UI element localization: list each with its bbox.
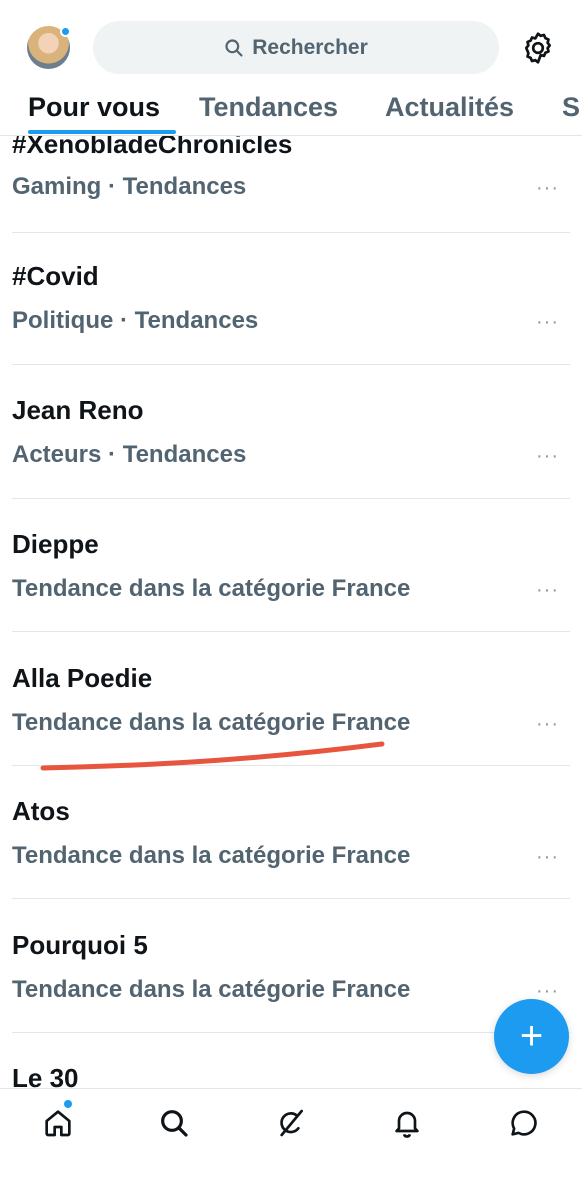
more-icon[interactable]: ···: [536, 580, 560, 600]
bell-icon[interactable]: [391, 1107, 423, 1139]
notification-dot: [60, 26, 71, 37]
gear-icon[interactable]: [520, 30, 556, 66]
search-input[interactable]: Rechercher: [93, 21, 499, 74]
more-icon[interactable]: ···: [536, 312, 560, 332]
trend-title: Dieppe: [12, 529, 99, 559]
home-icon[interactable]: [42, 1107, 74, 1139]
more-icon[interactable]: ···: [536, 178, 560, 198]
bottom-nav: [0, 1088, 582, 1199]
trend-title: Jean Reno: [12, 395, 144, 425]
trend-title: Atos: [12, 796, 70, 826]
plus-icon: +: [519, 1014, 544, 1058]
trend-row[interactable]: #Covid Politique · Tendances ···: [0, 231, 582, 365]
compose-button[interactable]: +: [494, 999, 569, 1074]
trend-title: Pourquoi 5: [12, 930, 148, 960]
active-tab-indicator: [28, 130, 176, 134]
more-icon[interactable]: ···: [536, 981, 560, 1001]
grok-icon[interactable]: [275, 1107, 307, 1139]
tab-sport[interactable]: S: [562, 92, 580, 123]
tab-bar: Pour vous Tendances Actualités S: [0, 88, 582, 136]
home-notification-dot: [64, 1100, 72, 1108]
search-icon[interactable]: [158, 1107, 190, 1139]
more-icon[interactable]: ···: [536, 714, 560, 734]
more-icon[interactable]: ···: [536, 847, 560, 867]
header: Rechercher Pour vous Tendances Actualité…: [0, 0, 582, 136]
trend-row[interactable]: Dieppe Tendance dans la catégorie France…: [0, 498, 582, 632]
search-icon: [225, 38, 243, 57]
search-placeholder: Rechercher: [252, 35, 368, 59]
trend-title: Alla Poedie: [12, 663, 153, 693]
messages-icon[interactable]: [508, 1107, 540, 1139]
trend-meta: Tendance dans la catégorie France: [12, 842, 411, 869]
trend-row[interactable]: Atos Tendance dans la catégorie France ·…: [0, 765, 582, 899]
trend-title: #Covid: [12, 261, 99, 291]
tab-tendances[interactable]: Tendances: [199, 92, 338, 123]
tab-actualites[interactable]: Actualités: [385, 92, 514, 123]
trend-meta: Acteurs · Tendances: [12, 441, 247, 468]
trend-row[interactable]: Jean Reno Acteurs · Tendances ···: [0, 365, 582, 499]
trends-list: #XenobladeChronicles Gaming · Tendances …: [0, 0, 582, 1088]
trend-meta: Politique · Tendances: [12, 307, 259, 334]
red-underline-annotation: [40, 741, 385, 771]
trend-title: Le 30: [12, 1063, 79, 1088]
trend-meta: Tendance dans la catégorie France: [12, 709, 411, 736]
trend-meta: Tendance dans la catégorie France: [12, 976, 411, 1003]
tab-pour-vous[interactable]: Pour vous: [28, 92, 160, 123]
more-icon[interactable]: ···: [536, 446, 560, 466]
trend-meta: Tendance dans la catégorie France: [12, 575, 411, 602]
trend-row[interactable]: Pourquoi 5 Tendance dans la catégorie Fr…: [0, 899, 582, 1033]
trend-meta: Gaming · Tendances: [12, 173, 247, 200]
